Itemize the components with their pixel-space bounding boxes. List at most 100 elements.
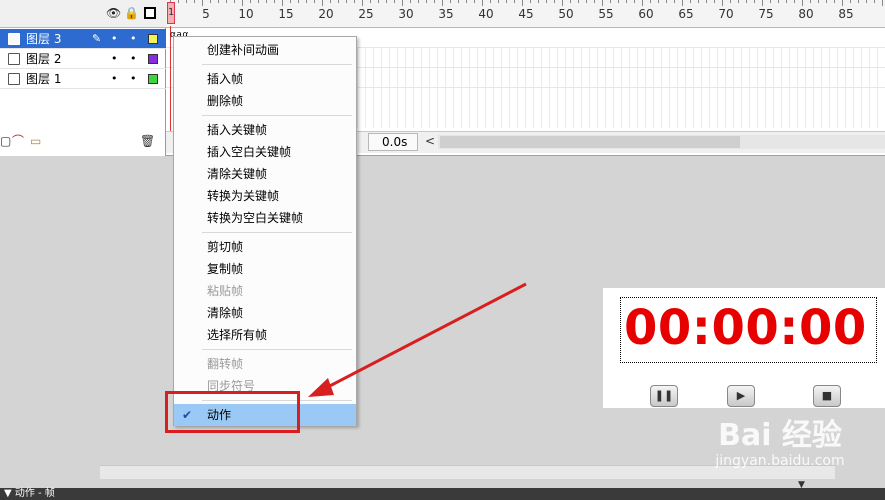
add-motion-guide-icon[interactable]: ⌒ <box>12 133 24 149</box>
menu-item[interactable]: 插入帧 <box>174 68 356 90</box>
layer-icon <box>8 53 20 65</box>
ruler-tick <box>314 0 315 3</box>
ruler-tick <box>850 0 851 3</box>
timeline-panel: 👁 🔒 图层 3 ✎ • • 图层 2 • • 图层 1 • • ▢ ⌒ ▭ 🗑 5 10 15 20 2… <box>0 0 885 156</box>
ruler-tick <box>370 0 371 3</box>
lock-icon[interactable]: 🔒 <box>124 6 139 20</box>
layer-header: 👁 🔒 <box>0 0 166 28</box>
ruler-tick <box>482 0 483 6</box>
ruler-tick <box>466 0 467 3</box>
layer-name: 图层 2 <box>26 52 62 66</box>
ruler-tick <box>874 0 875 3</box>
visibility-dot[interactable]: • <box>111 49 118 69</box>
ruler-tick <box>210 0 211 3</box>
layer-icon <box>8 33 20 45</box>
ruler-tick <box>298 0 299 3</box>
ruler-tick <box>842 0 843 6</box>
ruler-label: 75 <box>758 7 774 21</box>
menu-item-label: 剪切帧 <box>207 240 244 254</box>
play-button[interactable]: ▶ <box>727 385 755 407</box>
eye-icon[interactable]: 👁 <box>106 6 121 20</box>
layer-row[interactable]: 图层 3 ✎ • • <box>0 29 166 49</box>
ruler-tick <box>674 0 675 3</box>
ruler-tick <box>498 0 499 3</box>
ruler-label: 70 <box>718 7 734 21</box>
visibility-dot[interactable]: • <box>111 69 118 89</box>
scroll-left-arrow[interactable]: < <box>425 134 435 148</box>
menu-separator <box>202 232 352 233</box>
menu-item[interactable]: 插入空白关键帧 <box>174 141 356 163</box>
timeline-scroll-thumb[interactable] <box>440 136 740 148</box>
ruler-tick <box>738 0 739 3</box>
ruler-label: 80 <box>798 7 814 21</box>
pause-icon: ❚❚ <box>654 389 674 402</box>
ruler-tick <box>682 0 683 6</box>
ruler-tick <box>330 0 331 3</box>
frame-context-menu: 创建补间动画插入帧 删除帧插入关键帧插入空白关键帧 清除关键帧转换为关键帧转换为空白… <box>173 36 357 426</box>
ruler-label: 40 <box>478 7 494 21</box>
ruler-label: 45 <box>518 7 534 21</box>
trash-icon[interactable]: 🗑 <box>140 133 155 149</box>
ruler-tick <box>882 0 883 6</box>
menu-item[interactable]: 删除帧 <box>174 90 356 112</box>
ruler-tick <box>826 0 827 3</box>
menu-separator <box>202 349 352 350</box>
ruler-label: 25 <box>358 7 374 21</box>
menu-item[interactable]: 创建补间动画 <box>174 39 356 61</box>
menu-item: 粘贴帧 <box>174 280 356 302</box>
visibility-dot[interactable]: • <box>111 29 118 49</box>
menu-item-label: 转换为关键帧 <box>207 189 280 203</box>
ruler-tick <box>714 0 715 3</box>
ruler-tick <box>522 0 523 6</box>
ruler-tick <box>546 0 547 3</box>
lock-dot[interactable]: • <box>130 49 137 69</box>
ruler-label: 55 <box>598 7 614 21</box>
ruler-tick <box>802 0 803 6</box>
layer-row[interactable]: 图层 2 • • <box>0 49 166 69</box>
ruler-tick <box>250 0 251 3</box>
menu-separator <box>202 64 352 65</box>
menu-item[interactable]: 清除帧 <box>174 302 356 324</box>
ruler-tick <box>266 0 267 3</box>
layer-color-swatch[interactable] <box>148 34 158 44</box>
menu-item[interactable]: 复制帧 <box>174 258 356 280</box>
ruler-label: 5 <box>202 7 210 21</box>
add-layer-icon[interactable]: ▢ <box>0 133 11 149</box>
menu-item-label: 转换为空白关键帧 <box>207 211 304 225</box>
ruler-tick <box>346 0 347 3</box>
layer-color-swatch[interactable] <box>148 74 158 84</box>
lock-dot[interactable]: • <box>130 29 137 49</box>
actions-panel-title[interactable]: ▼ 动作 - 帧 <box>0 488 885 500</box>
menu-item[interactable]: 转换为关键帧 <box>174 185 356 207</box>
menu-item-label: 清除帧 <box>207 306 244 320</box>
menu-item[interactable]: 剪切帧 <box>174 236 356 258</box>
menu-separator <box>202 115 352 116</box>
ruler-tick <box>178 0 179 3</box>
add-folder-icon[interactable]: ▭ <box>30 133 41 149</box>
playhead-frame-number: 1 <box>168 7 175 18</box>
stop-button[interactable]: ■ <box>813 385 841 407</box>
outline-square-icon[interactable] <box>144 7 156 19</box>
ruler-tick <box>634 0 635 3</box>
play-icon: ▶ <box>736 389 746 402</box>
menu-item-label: 创建补间动画 <box>207 43 280 57</box>
ruler-tick <box>418 0 419 3</box>
ruler-label: 30 <box>398 7 414 21</box>
menu-item[interactable]: 转换为空白关键帧 <box>174 207 356 229</box>
ruler-label: 50 <box>558 7 574 21</box>
menu-item[interactable]: 清除关键帧 <box>174 163 356 185</box>
menu-item[interactable]: 插入关键帧 <box>174 119 356 141</box>
layer-color-swatch[interactable] <box>148 54 158 64</box>
ruler-tick <box>754 0 755 3</box>
pause-button[interactable]: ❚❚ <box>650 385 678 407</box>
menu-item[interactable]: 选择所有帧 <box>174 324 356 346</box>
frame-ruler[interactable]: 5 10 15 20 25 30 35 40 45 50 55 60 65 70 75 80 85 <box>166 0 885 28</box>
layer-icon <box>8 73 20 85</box>
menu-item-label: 插入关键帧 <box>207 123 268 137</box>
layer-row[interactable]: 图层 1 • • <box>0 69 166 89</box>
ruler-tick <box>594 0 595 3</box>
ruler-tick <box>794 0 795 3</box>
ruler-tick <box>762 0 763 6</box>
layer-name: 图层 3 <box>26 32 62 46</box>
lock-dot[interactable]: • <box>130 69 137 89</box>
